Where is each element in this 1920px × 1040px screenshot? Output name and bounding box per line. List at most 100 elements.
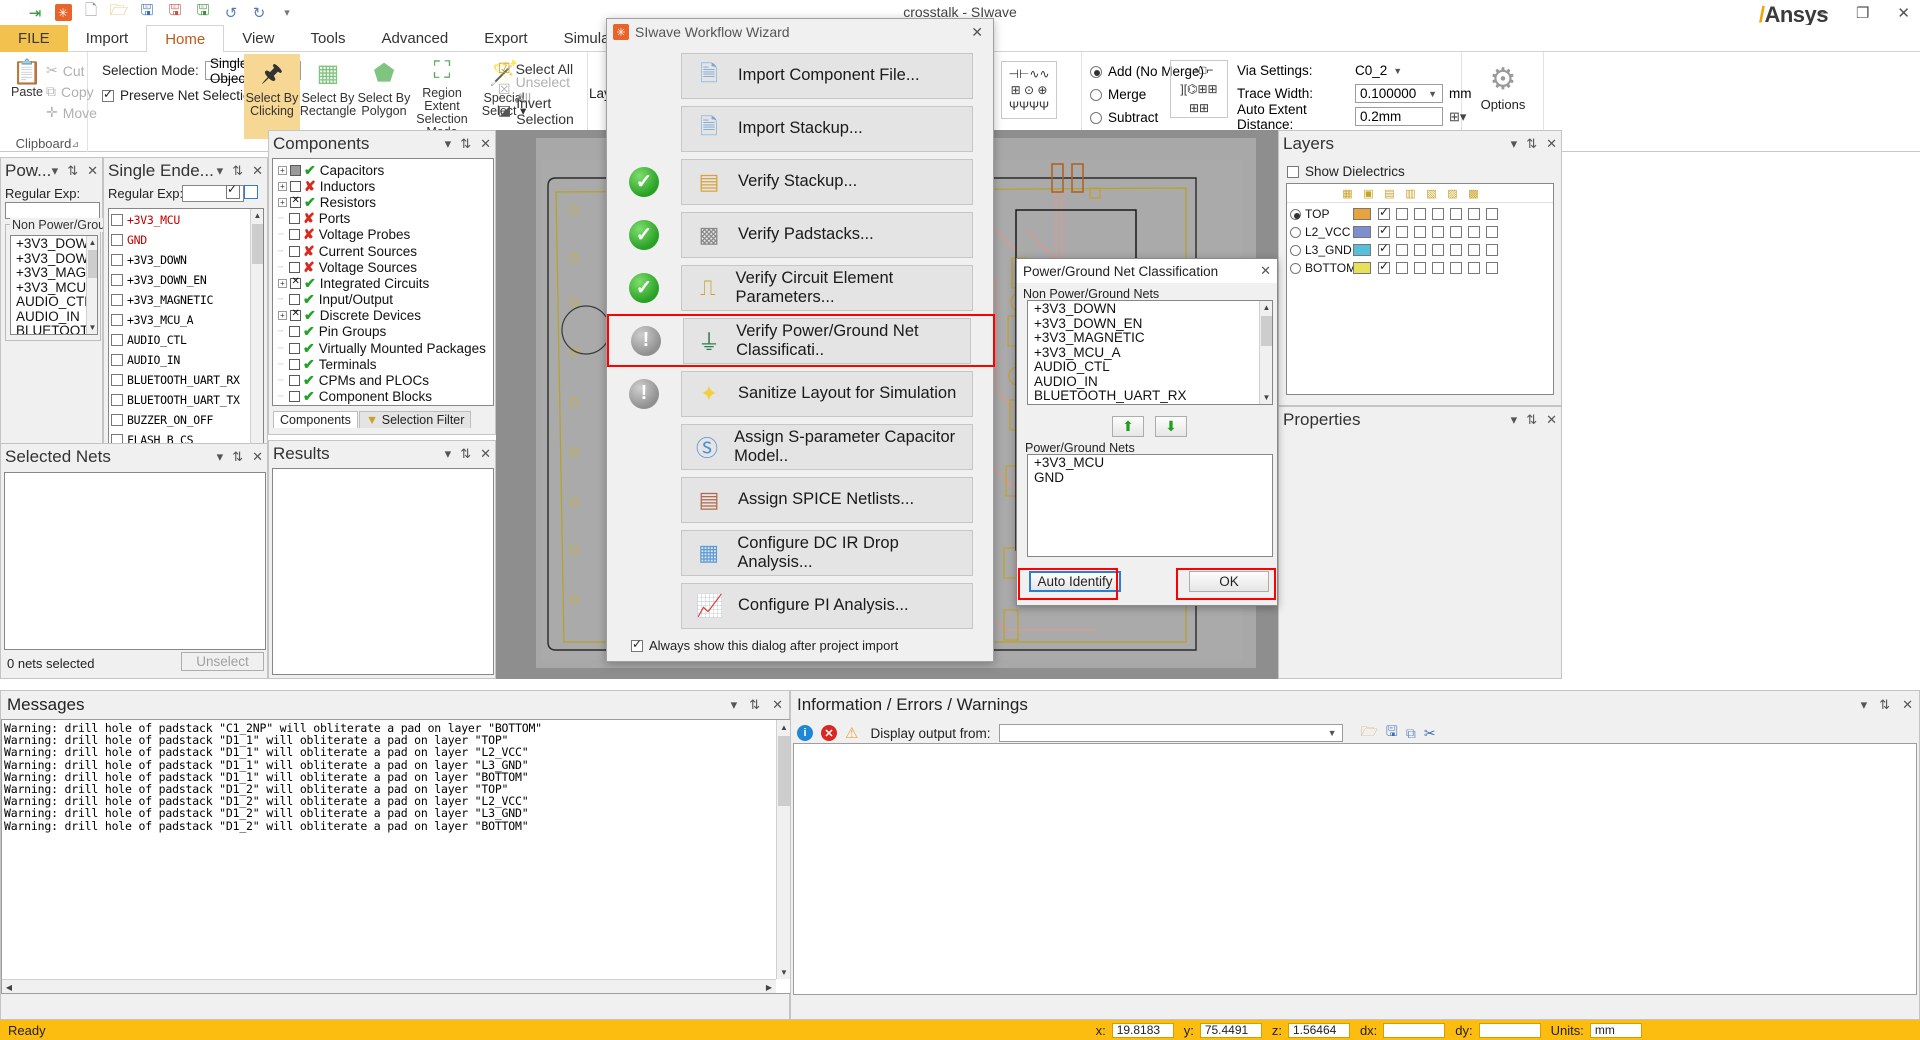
net-checkbox[interactable] [111, 254, 123, 266]
close-icon[interactable]: ✕ [480, 446, 491, 462]
list-item[interactable]: GND [111, 230, 261, 250]
tree-item[interactable]: ┈ ✔ Component Blocks [278, 388, 491, 405]
layer-color-swatch[interactable] [1353, 244, 1371, 256]
list-item[interactable]: +3V3_DOWN_EN [111, 270, 261, 290]
chevron-down-icon[interactable]: ▼ [1425, 89, 1440, 99]
list-item[interactable]: +3V3_DOWN_E [13, 251, 97, 267]
list-item[interactable]: AUDIO_CTL [111, 330, 261, 350]
wizard-close-icon[interactable]: ✕ [971, 24, 987, 41]
chevron-down-icon[interactable]: ▾ [1861, 697, 1868, 713]
list-item[interactable]: AUDIO_CTL [13, 294, 95, 310]
layer-option-checkbox[interactable] [1468, 262, 1480, 274]
component-checkbox[interactable] [289, 358, 300, 370]
close-icon[interactable]: ✕ [87, 163, 98, 179]
close-icon[interactable]: ✕ [1902, 697, 1913, 713]
net-checkbox[interactable] [111, 374, 123, 386]
tab-advanced[interactable]: Advanced [364, 25, 467, 52]
close-icon[interactable]: ✕ [1546, 136, 1557, 152]
pin-icon[interactable]: ⇅ [1526, 136, 1537, 152]
list-item[interactable]: BLUETOOTH_U. [13, 323, 97, 334]
tree-item[interactable]: ┈ ✔ CPMs and PLOCs [278, 372, 491, 388]
wizard-step-button[interactable]: ▤ Assign SPICE Netlists... [681, 476, 973, 523]
wizard-step-button[interactable]: 🗎 Import Component File... [681, 52, 973, 99]
table-row[interactable]: L3_GND [1287, 241, 1553, 259]
layer-option-checkbox[interactable] [1486, 244, 1498, 256]
wizard-step-button[interactable]: ▤ Verify Stackup... [681, 158, 973, 205]
list-item[interactable]: GND [1031, 470, 1269, 486]
display-output-dropdown[interactable]: ▼ [998, 724, 1343, 742]
information-output[interactable] [793, 743, 1917, 995]
pin-icon[interactable]: ⇅ [232, 449, 243, 465]
component-checkbox[interactable] [290, 180, 301, 192]
layer-option-checkbox[interactable] [1414, 244, 1426, 256]
scroll-left-arrow[interactable]: ◀ [2, 980, 16, 993]
via-settings-value[interactable]: C0_2 [1355, 63, 1387, 78]
power-regex-input[interactable] [5, 202, 100, 219]
region-extent-selection-mode-button[interactable]: ⛶ Region Extent Selection Mode [410, 54, 474, 139]
component-checkbox[interactable] [290, 164, 301, 176]
list-item[interactable]: +3V3_MCU [111, 210, 261, 230]
net-checkbox[interactable] [111, 394, 123, 406]
component-checkbox[interactable] [289, 261, 300, 273]
pin-icon[interactable]: ⇅ [460, 446, 471, 462]
expand-icon[interactable]: + [278, 181, 287, 191]
preserve-net-selections-checkbox[interactable] [102, 87, 114, 102]
wizard-step-button[interactable]: ▩ Verify Padstacks... [681, 211, 973, 258]
clipboard-dialog-launcher[interactable]: ⊿ [71, 139, 79, 150]
component-checkbox[interactable] [289, 375, 300, 387]
tab-tools[interactable]: Tools [292, 25, 363, 52]
wizard-step-button[interactable]: Ⓢ Assign S-parameter Capacitor Model.. [681, 423, 973, 470]
close-icon[interactable]: ✕ [252, 449, 263, 465]
non-power-ground-listbox[interactable]: +3V3_DOWN+3V3_DOWN_E+3V3_MAGNET+3V3_MCU_… [10, 235, 98, 335]
list-item[interactable]: +3V3_MAGNETIC [111, 290, 261, 310]
tree-item[interactable]: + ✔Integrated Circuits [278, 275, 491, 291]
invert-selection-button[interactable]: ◪ Invert Selection [498, 95, 587, 127]
component-checkbox[interactable] [289, 213, 300, 225]
list-item[interactable]: +3V3_DOWN [1031, 301, 1269, 317]
list-item[interactable]: +3V3_DOWN [111, 250, 261, 270]
layer-option-checkbox[interactable] [1396, 226, 1408, 238]
scroll-down-arrow[interactable]: ▼ [777, 965, 790, 979]
layer-radio[interactable] [1290, 226, 1301, 238]
scroll-thumb[interactable] [252, 224, 263, 264]
layer-column-icon-2[interactable]: ▤ [1381, 187, 1398, 200]
list-item[interactable]: BLUETOOTH_UART_TX [111, 390, 261, 410]
list-item[interactable]: +3V3_MAGNET [13, 265, 97, 281]
info-icon[interactable]: i [797, 725, 813, 741]
tab-components[interactable]: Components [273, 411, 358, 428]
non-pg-scrollbar[interactable]: ▲ ▼ [86, 236, 97, 334]
pin-icon[interactable]: ⇅ [1879, 697, 1890, 713]
pg-power-listbox[interactable]: +3V3_MCU GND [1027, 454, 1273, 557]
layer-option-checkbox[interactable] [1486, 262, 1498, 274]
layer-radio[interactable] [1290, 262, 1301, 274]
table-row[interactable]: TOP [1287, 205, 1553, 223]
scroll-up-arrow[interactable]: ▲ [777, 720, 790, 734]
tree-item[interactable]: ┈ ✘ Voltage Sources [278, 259, 491, 275]
wizard-step-button[interactable]: ▦ Configure DC IR Drop Analysis... [681, 529, 973, 576]
tab-import[interactable]: Import [68, 25, 147, 52]
pin-icon[interactable]: ⇅ [232, 163, 243, 179]
list-item[interactable]: +3V3_MCU [1031, 455, 1269, 471]
layer-option-checkbox[interactable] [1486, 208, 1498, 220]
layer-option-checkbox[interactable] [1432, 226, 1444, 238]
scroll-thumb[interactable] [88, 250, 97, 278]
scroll-up-arrow[interactable]: ▲ [1260, 301, 1272, 314]
layer-radio[interactable] [1290, 208, 1301, 220]
layer-option-checkbox[interactable] [1450, 262, 1462, 274]
layer-option-checkbox[interactable] [1486, 226, 1498, 238]
pin-icon[interactable]: ⇅ [749, 697, 760, 713]
chevron-down-icon[interactable]: ▾ [445, 136, 452, 152]
net-checkbox[interactable] [111, 214, 123, 226]
layer-option-checkbox[interactable] [1414, 262, 1426, 274]
chevron-down-icon[interactable]: ▾ [1511, 136, 1518, 152]
expand-icon[interactable]: + [278, 311, 287, 321]
wizard-step-button[interactable]: 📈 Configure PI Analysis... [681, 582, 973, 629]
list-item[interactable]: +3V3_MCU_A [111, 310, 261, 330]
error-icon[interactable]: ✕ [821, 725, 837, 741]
table-row[interactable]: BOTTOM [1287, 259, 1553, 277]
layer-option-checkbox[interactable] [1378, 259, 1390, 274]
layer-option-checkbox[interactable] [1414, 226, 1426, 238]
component-checkbox[interactable] [289, 391, 300, 403]
component-checkbox[interactable] [289, 342, 300, 354]
open-log-icon[interactable]: 🗁 [1361, 721, 1378, 745]
